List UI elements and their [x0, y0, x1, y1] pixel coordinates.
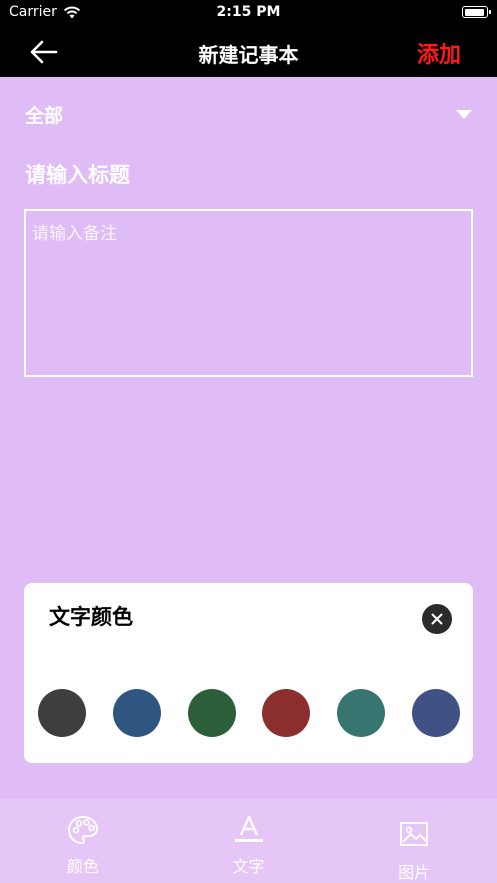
text-color-panel: 文字颜色: [24, 583, 473, 763]
image-icon: [400, 822, 429, 846]
color-swatch[interactable]: [112, 689, 161, 737]
palette-icon: [67, 816, 98, 844]
color-swatch[interactable]: [187, 689, 236, 737]
color-swatch[interactable]: [337, 689, 386, 737]
title-input[interactable]: [25, 158, 472, 192]
category-selected-label: 全部: [25, 105, 64, 127]
dropdown-triangle-icon: [456, 110, 472, 119]
add-button[interactable]: 添加: [417, 37, 461, 69]
close-icon: [431, 613, 443, 625]
tab-color[interactable]: 颜色: [0, 799, 166, 883]
status-bar: Carrier 2:15 PM: [0, 0, 497, 26]
battery-icon: [462, 6, 491, 18]
tab-color-label: 颜色: [66, 857, 99, 876]
category-dropdown[interactable]: 全部: [25, 101, 472, 129]
color-swatch[interactable]: [262, 689, 311, 737]
color-swatch-row: [38, 689, 460, 737]
bottom-tab-bar: 颜色 文字 图片: [0, 799, 497, 883]
status-time: 2:15 PM: [216, 4, 281, 20]
close-panel-button[interactable]: [422, 604, 452, 634]
tab-image-label: 图片: [398, 863, 431, 882]
tab-text[interactable]: 文字: [166, 799, 332, 883]
tab-text-label: 文字: [232, 857, 265, 876]
tab-image[interactable]: 图片: [331, 799, 497, 883]
text-color-panel-title: 文字颜色: [49, 605, 133, 629]
color-swatch[interactable]: [411, 689, 460, 737]
navigation-bar: 新建记事本 添加: [0, 26, 497, 77]
note-input[interactable]: [24, 209, 473, 377]
text-format-icon: [234, 815, 263, 842]
back-arrow-icon[interactable]: [28, 38, 60, 66]
color-swatch[interactable]: [38, 689, 86, 737]
